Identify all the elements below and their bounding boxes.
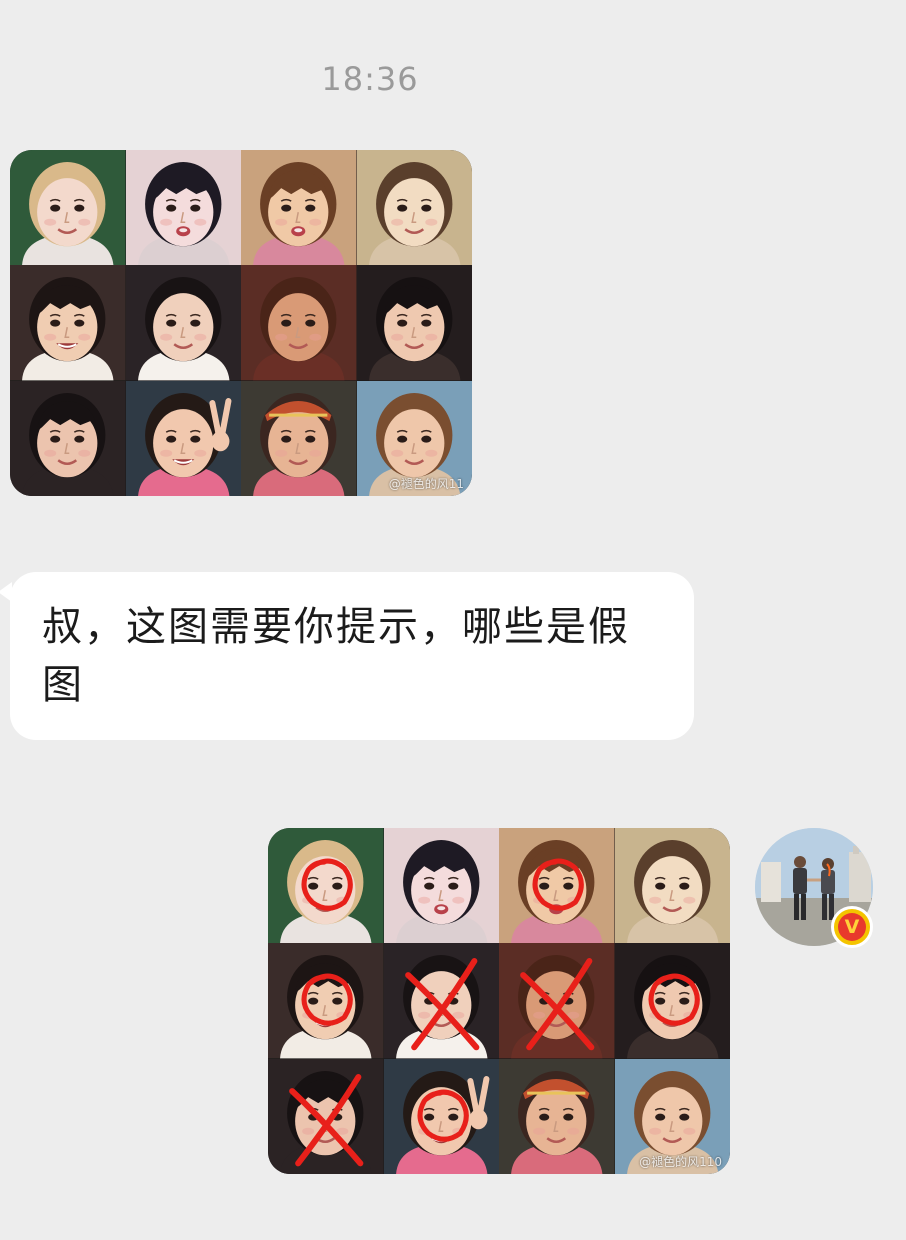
- photo-tile: [241, 380, 357, 496]
- photo-tile: [614, 943, 730, 1059]
- photo-tile: [10, 150, 126, 266]
- sent-image-message[interactable]: @褪色的风110: [268, 828, 730, 1174]
- message-text: 叔，这图需要你提示，哪些是假图: [42, 604, 630, 708]
- cross-mark-icon: [520, 958, 595, 1051]
- circle-mark-icon: [532, 858, 584, 911]
- photo-tile: [10, 380, 126, 496]
- photo-tile: [499, 1058, 615, 1174]
- photo-tile: [356, 150, 472, 266]
- photo-tile: [356, 265, 472, 381]
- watermark-received: @褪色的风11: [388, 477, 464, 491]
- chat-timestamp: 18:36: [321, 60, 419, 98]
- verified-badge-icon: V: [831, 906, 873, 948]
- verified-badge-letter: V: [838, 913, 866, 941]
- circle-mark-icon: [417, 1089, 469, 1142]
- circle-mark-icon: [301, 858, 353, 911]
- photo-tile: [125, 380, 241, 496]
- photo-tile: [383, 1058, 499, 1174]
- photo-tile: [125, 265, 241, 381]
- photo-tile: [383, 828, 499, 944]
- photo-tile: [125, 150, 241, 266]
- photo-tile: [614, 828, 730, 944]
- photo-tile: [241, 265, 357, 381]
- photo-tile: [268, 828, 384, 944]
- cross-mark-icon: [404, 958, 479, 1051]
- photo-tile: [241, 150, 357, 266]
- photo-tile: [499, 943, 615, 1059]
- cross-mark-icon: [289, 1073, 364, 1166]
- photo-tile: @褪色的风110: [614, 1058, 730, 1174]
- photo-tile: [10, 265, 126, 381]
- photo-tile: [268, 1058, 384, 1174]
- photo-tile: [383, 943, 499, 1059]
- watermark-sent: @褪色的风110: [639, 1155, 722, 1169]
- photo-tile: [499, 828, 615, 944]
- circle-mark-icon: [301, 973, 353, 1027]
- photo-tile: [268, 943, 384, 1059]
- photo-tile: @褪色的风11: [356, 380, 472, 496]
- received-text-message[interactable]: 叔，这图需要你提示，哪些是假图: [10, 572, 694, 740]
- received-image-message[interactable]: @褪色的风11: [10, 150, 472, 496]
- circle-mark-icon: [648, 973, 700, 1027]
